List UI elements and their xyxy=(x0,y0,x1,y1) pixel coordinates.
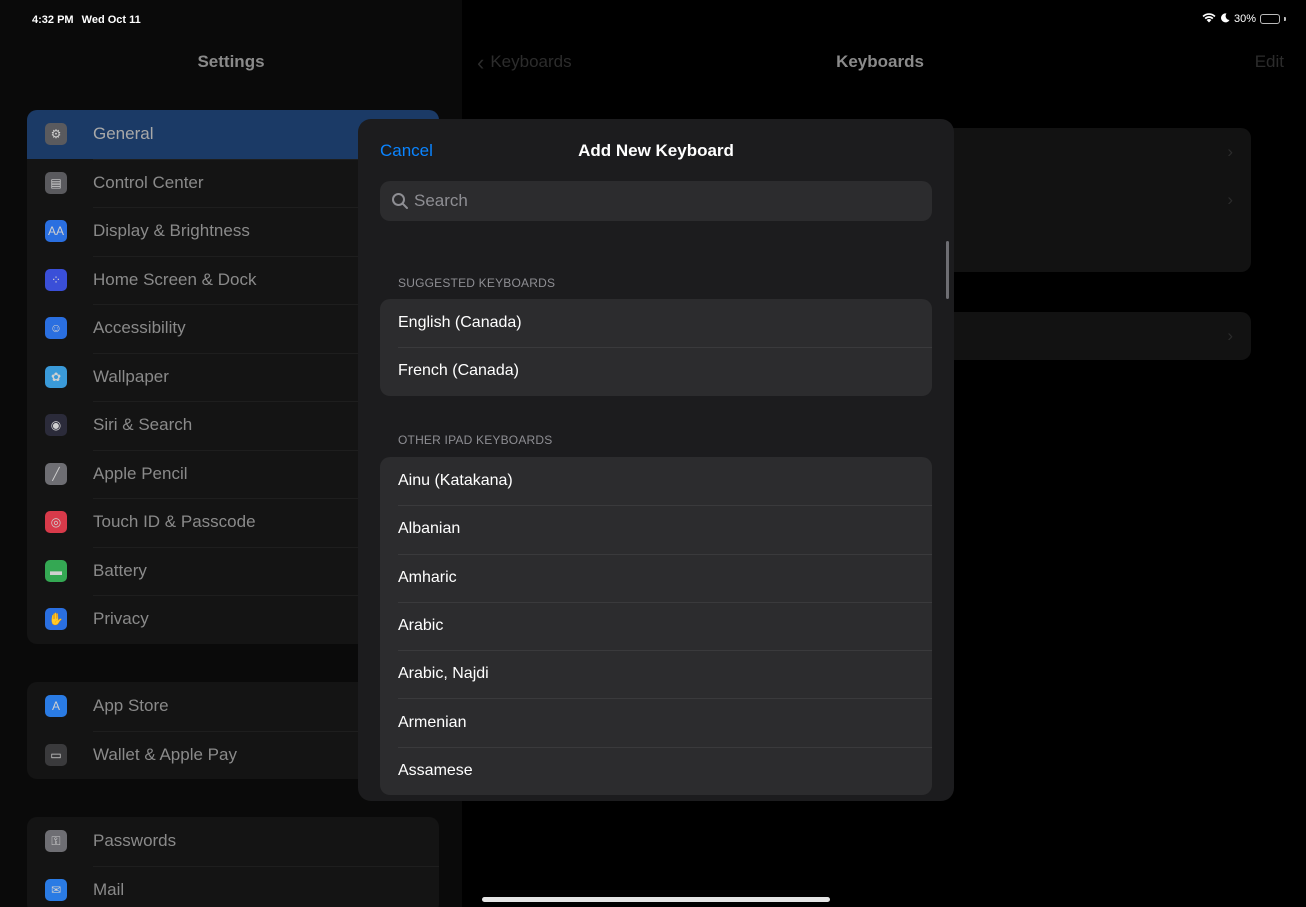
mail-icon: ✉ xyxy=(45,878,67,901)
other-keyboards-header: OTHER IPAD KEYBOARDS xyxy=(398,433,553,447)
status-indicators: 30% xyxy=(1202,12,1286,26)
keyboard-option[interactable]: Ainu (Katakana) xyxy=(380,457,932,505)
back-label: Keyboards xyxy=(490,52,572,71)
sidebar-item-label: Siri & Search xyxy=(93,415,193,435)
cancel-button[interactable]: Cancel xyxy=(380,141,433,161)
battery-icon xyxy=(1260,14,1280,24)
sidebar-item-label: Control Center xyxy=(93,172,204,192)
battery-tip xyxy=(1284,17,1286,21)
sidebar-item-label: Accessibility xyxy=(93,318,186,338)
sidebar-item-label: Wallet & Apple Pay xyxy=(93,744,237,764)
detail-group-settings: › xyxy=(936,312,1251,360)
sidebar-item-label: Touch ID & Passcode xyxy=(93,512,256,532)
search-icon xyxy=(390,191,410,211)
sidebar-item-label: Display & Brightness xyxy=(93,221,250,241)
other-keyboards-list: Ainu (Katakana) Albanian Amharic Arabic Arab… xyxy=(380,457,932,796)
search-bar[interactable] xyxy=(380,181,932,221)
hand-icon: ✋ xyxy=(45,608,67,631)
chevron-left-icon: ‹ xyxy=(477,49,485,75)
scroll-indicator[interactable] xyxy=(946,241,949,299)
detail-title: Keyboards xyxy=(836,52,924,71)
status-clock: 4:32 PM xyxy=(32,14,74,26)
keyboard-option[interactable]: Arabic, Najdi xyxy=(380,650,932,698)
keyboard-option[interactable]: Assamese xyxy=(380,746,932,795)
status-bar: 4:32 PM Wed Oct 11 30% xyxy=(0,0,1306,36)
edit-button[interactable]: Edit xyxy=(1255,52,1284,72)
keyboard-option[interactable]: Armenian xyxy=(380,698,932,746)
toggles-icon: ▤ xyxy=(45,171,67,194)
chevron-right-icon: › xyxy=(1227,190,1233,209)
sidebar-item-label: Battery xyxy=(93,560,147,580)
detail-group-keyboards: › › xyxy=(936,128,1251,272)
detail-row[interactable]: › xyxy=(936,176,1251,224)
sidebar-item-mail[interactable]: ✉ Mail xyxy=(27,865,439,907)
battery-icon: ▬ xyxy=(45,559,67,582)
suggested-keyboards-list: English (Canada) French (Canada) xyxy=(380,299,932,396)
keyboard-option[interactable]: Arabic xyxy=(380,601,932,650)
back-button[interactable]: ‹ Keyboards xyxy=(477,49,572,75)
status-time: 4:32 PM Wed Oct 11 xyxy=(32,14,141,26)
key-icon: ⚿ xyxy=(45,830,67,853)
app-store-icon: A xyxy=(45,695,67,718)
siri-icon: ◉ xyxy=(45,414,67,437)
sidebar-item-label: App Store xyxy=(93,696,169,716)
sidebar-item-label: Passwords xyxy=(93,831,177,851)
chevron-right-icon: › xyxy=(1227,326,1233,345)
home-grid-icon: ⁘ xyxy=(45,268,67,291)
modal-title: Add New Keyboard xyxy=(578,141,734,160)
add-keyboard-modal: Add New Keyboard Cancel SUGGESTED KEYBOA… xyxy=(358,119,954,801)
sidebar-item-label: General xyxy=(93,124,154,144)
wallet-icon: ▭ xyxy=(45,743,67,766)
wifi-icon xyxy=(1202,12,1216,26)
text-size-icon: AA xyxy=(45,220,67,243)
detail-row[interactable]: › xyxy=(936,128,1251,176)
home-indicator[interactable] xyxy=(482,897,830,902)
sidebar-item-passwords[interactable]: ⚿ Passwords xyxy=(27,817,439,866)
status-date: Wed Oct 11 xyxy=(81,14,141,26)
sidebar-title: Settings xyxy=(197,52,265,71)
sidebar-item-label: Mail xyxy=(93,879,125,899)
detail-row[interactable]: › xyxy=(936,312,1251,360)
moon-icon xyxy=(1220,12,1230,26)
sidebar-item-label: Wallpaper xyxy=(93,366,169,386)
battery-percent: 30% xyxy=(1233,13,1256,25)
chevron-right-icon: › xyxy=(1227,142,1233,161)
keyboard-option[interactable]: Albanian xyxy=(380,505,932,553)
keyboard-option[interactable]: Amharic xyxy=(380,553,932,602)
gear-icon: ⚙ xyxy=(45,123,67,146)
sidebar-item-label: Apple Pencil xyxy=(93,463,188,483)
detail-row[interactable] xyxy=(936,224,1251,272)
search-input[interactable] xyxy=(414,191,914,211)
accessibility-icon: ☺ xyxy=(45,317,67,340)
sidebar-group-accounts: ⚿ Passwords ✉ Mail xyxy=(27,817,439,907)
keyboard-option[interactable]: French (Canada) xyxy=(380,347,932,395)
pencil-icon: ╱ xyxy=(45,462,67,485)
keyboard-option[interactable]: English (Canada) xyxy=(380,299,932,347)
suggested-keyboards-header: SUGGESTED KEYBOARDS xyxy=(398,276,556,290)
sidebar-item-label: Privacy xyxy=(93,609,149,629)
fingerprint-icon: ◎ xyxy=(45,511,67,534)
sidebar-item-label: Home Screen & Dock xyxy=(93,269,257,289)
wallpaper-icon: ✿ xyxy=(45,365,67,388)
